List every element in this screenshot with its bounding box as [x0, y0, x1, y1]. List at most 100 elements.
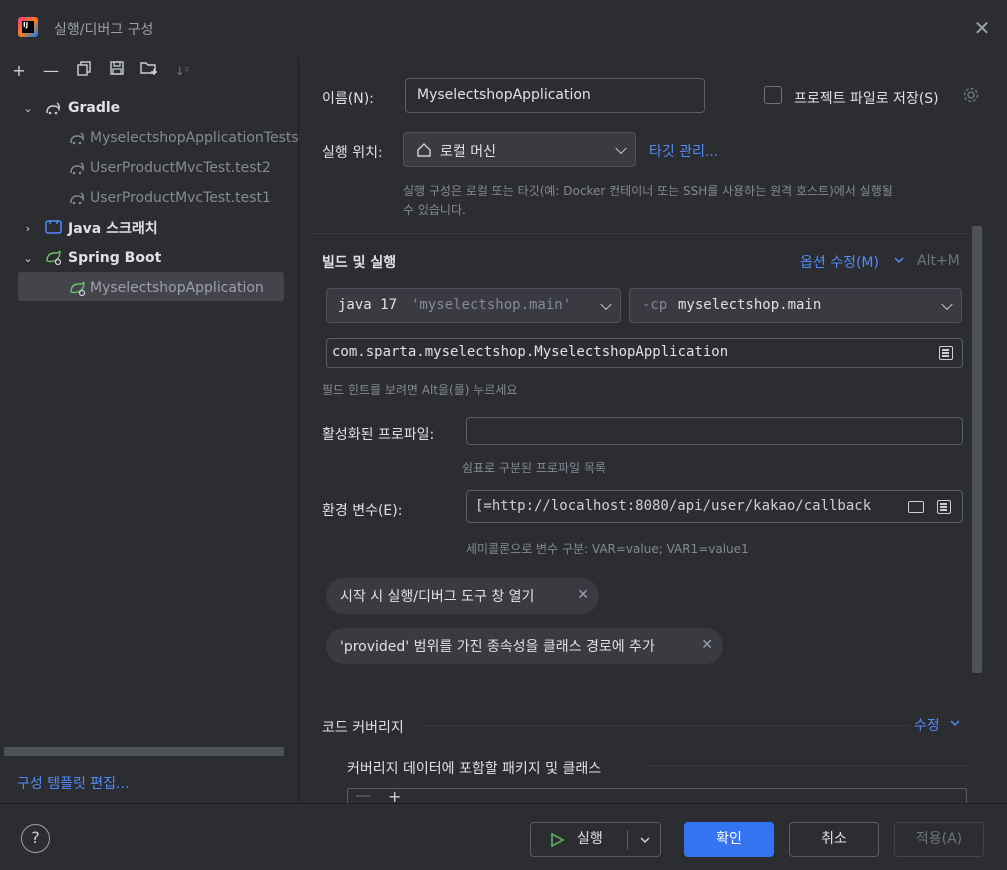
config-tree-panel: + — ↓ᶻ ⌄ Gradle MyselectshopApplicationT… [0, 58, 299, 803]
tree-item-label: UserProductMvcTest.test2 [90, 160, 271, 176]
main-class-input[interactable]: com.sparta.myselectshop.MyselectshopAppl… [326, 338, 963, 368]
build-run-title: 빌드 및 실행 [322, 255, 397, 271]
save-icon[interactable] [106, 60, 128, 82]
main-class-value: com.sparta.myselectshop.MyselectshopAppl… [332, 344, 729, 360]
split-divider [627, 830, 628, 850]
run-button-label: 실행 [577, 831, 603, 847]
chevron-down-icon [950, 720, 960, 727]
chevron-down-icon[interactable] [639, 835, 651, 845]
help-button[interactable]: ? [21, 824, 50, 853]
tree-item-spring-0[interactable]: MyselectshopApplication [0, 274, 299, 302]
chevron-down-icon[interactable]: ⌄ [21, 252, 35, 265]
jdk-select[interactable]: java 17 'myselectshop.main' [326, 288, 621, 323]
chip-label: 시작 시 실행/디버그 도구 창 열기 [340, 589, 535, 605]
close-icon[interactable]: ✕ [701, 637, 713, 653]
run-on-hint-line1: 실행 구성은 로컬 또는 타깃(예: Docker 컨테이너 또는 SSH를 사… [403, 184, 893, 198]
run-on-select[interactable]: 로컬 머신 [403, 132, 636, 167]
divider [312, 233, 968, 234]
gradle-icon [70, 132, 84, 145]
gradle-icon [70, 162, 84, 175]
chip-label: 'provided' 범위를 가진 종속성을 클래스 경로에 추가 [340, 639, 655, 655]
env-value: [=http://localhost:8080/api/user/kakao/c… [475, 498, 872, 514]
modify-options-shortcut: Alt+M [917, 253, 960, 269]
apply-button[interactable]: 적용(A) [894, 822, 984, 857]
tree-group-java-scratch[interactable]: › Java 스크래치 [0, 214, 299, 242]
spring-boot-icon [70, 281, 86, 296]
cp-flag: -cp [642, 297, 668, 313]
tree-label-gradle: Gradle [68, 100, 121, 116]
cancel-button[interactable]: 취소 [789, 822, 879, 857]
option-chip-provided-scope[interactable]: 'provided' 범위를 가진 종속성을 클래스 경로에 추가 ✕ [326, 628, 723, 664]
name-label: 이름(N): [322, 91, 374, 107]
coverage-modify-link[interactable]: 수정 [914, 715, 940, 735]
chevron-down-icon [600, 298, 612, 310]
vertical-scrollbar[interactable] [972, 226, 982, 673]
run-on-hint-line2: 수 있습니다. [403, 203, 466, 217]
tree-label-spring-boot: Spring Boot [68, 250, 162, 266]
new-folder-icon[interactable] [138, 60, 160, 82]
close-icon[interactable]: ✕ [577, 587, 589, 603]
browse-list-icon[interactable] [939, 346, 953, 360]
chevron-down-icon [941, 298, 953, 310]
sort-icon[interactable]: ↓ᶻ [171, 60, 193, 82]
chevron-down-icon [615, 142, 627, 154]
intellij-app-icon: IJ [18, 17, 38, 37]
run-split-button[interactable]: 실행 [530, 822, 661, 857]
horizontal-scrollbar[interactable] [4, 747, 284, 756]
remove-icon[interactable] [356, 795, 370, 797]
title-bar: IJ 실행/디버그 구성 ✕ [0, 0, 1007, 58]
profiles-label: 활성화된 프로파일: [322, 427, 435, 443]
remove-icon[interactable]: — [40, 60, 62, 82]
tree-item-gradle-2[interactable]: UserProductMvcTest.test1 [0, 184, 299, 212]
home-icon [417, 143, 431, 157]
run-on-value: 로컬 머신 [440, 144, 496, 160]
gradle-icon [46, 102, 60, 115]
cp-value: myselectshop.main [678, 297, 822, 313]
store-as-file-label: 프로젝트 파일로 저장(S) [794, 91, 939, 107]
chevron-down-icon [894, 257, 904, 264]
tree-item-gradle-1[interactable]: UserProductMvcTest.test2 [0, 154, 299, 182]
chevron-down-icon[interactable]: ⌄ [21, 102, 35, 115]
dialog-footer: ? 실행 확인 취소 적용(A) [0, 803, 1007, 870]
profiles-hint: 쉼표로 구분된 프로파일 목록 [462, 461, 606, 475]
tree-item-label: UserProductMvcTest.test1 [90, 190, 271, 206]
run-on-label: 실행 위치: [322, 145, 383, 161]
edit-templates-link[interactable]: 구성 템플릿 편집... [17, 773, 129, 793]
env-hint: 세미콜론으로 변수 구분: VAR=value; VAR1=value1 [466, 542, 749, 556]
tree-item-gradle-0[interactable]: MyselectshopApplicationTests [0, 124, 299, 152]
env-label: 환경 변수(E): [322, 503, 403, 519]
chevron-right-icon[interactable]: › [21, 222, 35, 235]
name-input[interactable]: MyselectshopApplication [405, 78, 705, 113]
tree-group-spring-boot[interactable]: ⌄ Spring Boot [0, 244, 299, 272]
tree-item-label: MyselectshopApplication [90, 280, 264, 296]
profiles-input[interactable] [466, 417, 963, 445]
ok-button[interactable]: 확인 [684, 822, 774, 857]
jdk-main: java 17 [338, 297, 398, 313]
option-chip-open-tool-window[interactable]: 시작 시 실행/디버그 도구 창 열기 ✕ [326, 578, 599, 614]
tree-item-label: MyselectshopApplicationTests [90, 130, 299, 146]
manage-targets-link[interactable]: 타깃 관리... [649, 141, 718, 161]
coverage-title: 코드 커버리지 [322, 720, 404, 736]
divider [425, 725, 910, 726]
field-hint: 필드 힌트를 보려면 Alt을(를) 누르세요 [322, 383, 518, 397]
gradle-icon [70, 192, 84, 205]
add-icon[interactable]: + [8, 60, 30, 82]
copy-icon[interactable] [73, 60, 95, 82]
store-as-file-checkbox[interactable] [764, 86, 782, 104]
window-title: 실행/디버그 구성 [54, 22, 154, 38]
classpath-select[interactable]: -cp myselectshop.main [629, 288, 962, 323]
folder-icon[interactable] [908, 501, 924, 513]
tree-label-java-scratch: Java 스크래치 [68, 221, 158, 237]
tree-group-gradle[interactable]: ⌄ Gradle [0, 94, 299, 122]
name-input-value: MyselectshopApplication [417, 87, 591, 103]
browse-list-icon[interactable] [937, 500, 951, 514]
scratch-icon [45, 220, 62, 234]
modify-options-link[interactable]: 옵션 수정(M) [800, 252, 879, 272]
tree-toolbar: + — ↓ᶻ [0, 58, 299, 86]
gear-icon[interactable] [962, 86, 980, 104]
env-input[interactable]: [=http://localhost:8080/api/user/kakao/c… [466, 490, 963, 523]
spring-boot-icon [46, 250, 62, 265]
close-icon[interactable]: ✕ [973, 18, 991, 38]
divider [645, 765, 968, 766]
play-icon [551, 832, 565, 848]
